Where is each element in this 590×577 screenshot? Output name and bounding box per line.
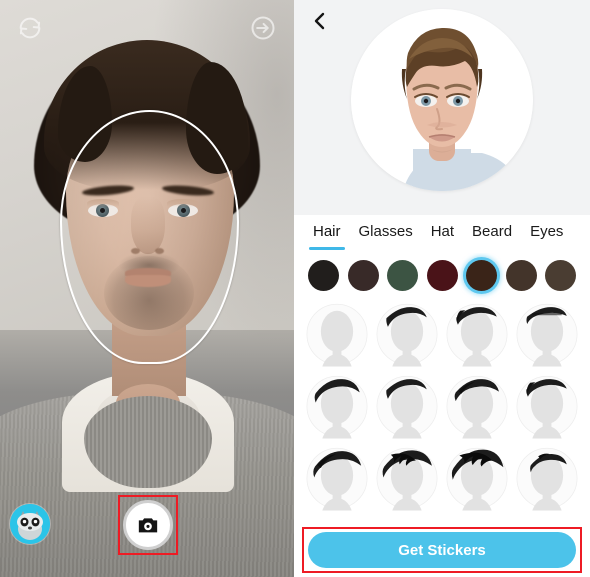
cta-area: Get Stickers — [294, 525, 590, 577]
tab-beard[interactable]: Beard — [463, 215, 521, 253]
category-tabs: Hair Glasses Hat Beard Eyes — [294, 215, 590, 253]
avatar-editor-panel: Hair Glasses Hat Beard Eyes Get Stickers — [294, 0, 590, 577]
tab-hat[interactable]: Hat — [422, 215, 463, 253]
hairstyle-option-0[interactable] — [302, 299, 372, 371]
hairstyle-option-4[interactable] — [302, 371, 372, 443]
hairstyle-option-10[interactable] — [442, 443, 512, 515]
shutter-button[interactable] — [123, 500, 173, 550]
back-chevron-icon[interactable] — [304, 6, 334, 36]
color-swatch-row — [294, 253, 590, 299]
hairstyle-grid — [294, 299, 590, 525]
hairstyle-option-7[interactable] — [512, 371, 582, 443]
hairstyle-option-8[interactable] — [302, 443, 372, 515]
app-root: Hair Glasses Hat Beard Eyes Get Stickers — [0, 0, 590, 577]
camera-flip-icon[interactable] — [16, 14, 44, 42]
avatar-preview — [351, 9, 533, 191]
camera-view — [0, 0, 294, 577]
avatar-thumbnail[interactable] — [10, 504, 50, 544]
subject-sweater-collar — [84, 396, 212, 488]
hairstyle-option-3[interactable] — [512, 299, 582, 371]
hairstyle-option-9[interactable] — [372, 443, 442, 515]
hairstyle-option-2[interactable] — [442, 299, 512, 371]
tab-hair[interactable]: Hair — [304, 215, 350, 253]
color-swatch-1[interactable] — [347, 260, 379, 291]
forward-circle-icon[interactable] — [249, 14, 277, 42]
color-swatch-3[interactable] — [426, 260, 458, 291]
color-swatch-6[interactable] — [545, 260, 576, 291]
tab-eyes[interactable]: Eyes — [521, 215, 572, 253]
tab-glasses[interactable]: Glasses — [350, 215, 422, 253]
hairstyle-option-11[interactable] — [512, 443, 582, 515]
color-swatch-4[interactable] — [466, 260, 497, 291]
color-swatch-0[interactable] — [308, 260, 339, 291]
color-swatch-2[interactable] — [387, 260, 418, 291]
color-swatch-5[interactable] — [505, 260, 537, 291]
face-oval-guide — [60, 110, 239, 364]
get-stickers-button[interactable]: Get Stickers — [308, 532, 576, 568]
hairstyle-option-6[interactable] — [442, 371, 512, 443]
editor-header — [294, 0, 590, 215]
hairstyle-option-5[interactable] — [372, 371, 442, 443]
hairstyle-option-1[interactable] — [372, 299, 442, 371]
